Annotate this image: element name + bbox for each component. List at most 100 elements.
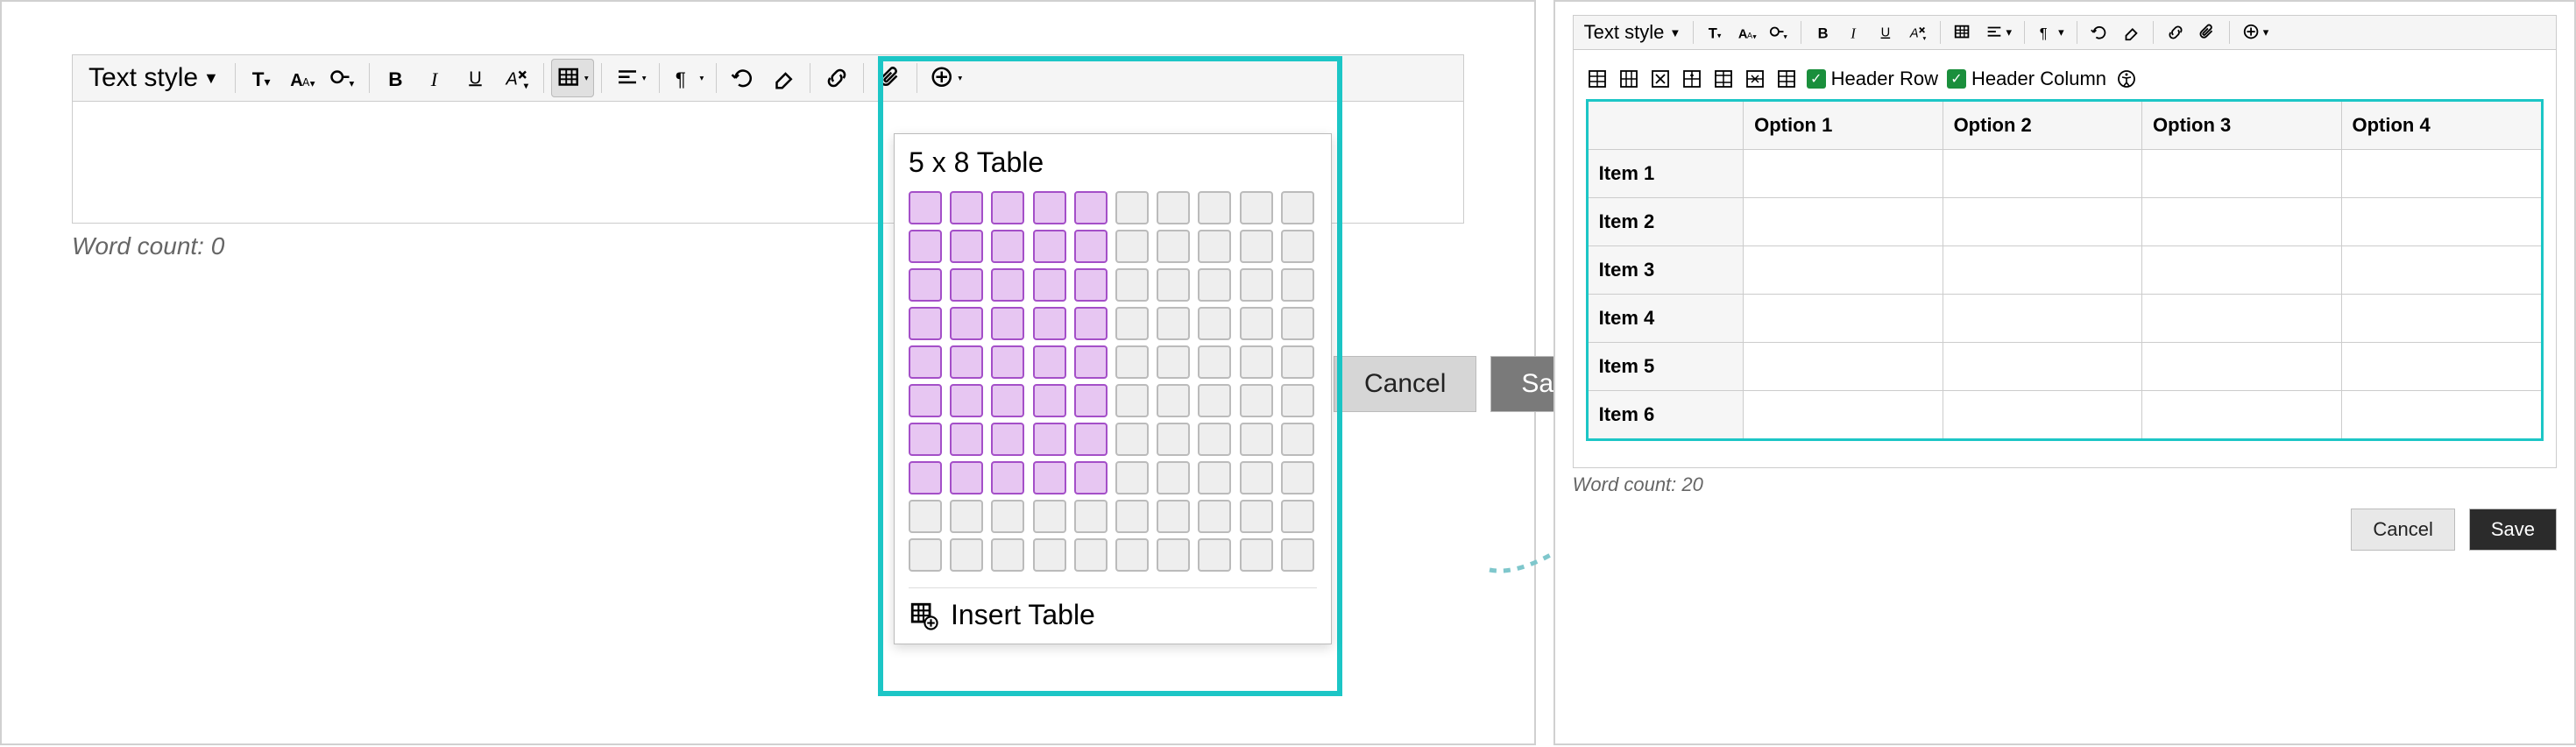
grid-cell[interactable] bbox=[1240, 307, 1273, 340]
grid-cell[interactable] bbox=[991, 307, 1024, 340]
grid-cell[interactable] bbox=[1198, 384, 1231, 417]
table-cell[interactable] bbox=[2341, 343, 2543, 391]
grid-cell[interactable] bbox=[991, 538, 1024, 572]
table-cell[interactable] bbox=[1744, 295, 1943, 343]
grid-cell[interactable] bbox=[1281, 345, 1314, 379]
insert-col-button[interactable] bbox=[1712, 68, 1735, 90]
grid-cell[interactable] bbox=[1074, 384, 1108, 417]
table-cell[interactable] bbox=[2341, 246, 2543, 295]
grid-cell[interactable] bbox=[950, 268, 983, 302]
grid-cell[interactable] bbox=[950, 307, 983, 340]
grid-cell[interactable] bbox=[1074, 307, 1108, 340]
grid-cell[interactable] bbox=[1281, 423, 1314, 456]
undo-button[interactable] bbox=[724, 59, 762, 97]
cancel-button[interactable]: Cancel bbox=[1334, 356, 1476, 412]
grid-cell[interactable] bbox=[991, 268, 1024, 302]
table-accessibility-button[interactable] bbox=[2115, 68, 2138, 90]
text-style-dropdown[interactable]: Text style ▼ bbox=[80, 63, 228, 93]
table-row-header[interactable]: Item 3 bbox=[1587, 246, 1743, 295]
grid-cell[interactable] bbox=[950, 423, 983, 456]
table-cell[interactable] bbox=[2142, 246, 2341, 295]
more-button[interactable]: ▾ bbox=[2237, 18, 2275, 47]
editor-body[interactable]: ✓ Header Row ✓ Header Column Option 1Opt… bbox=[1573, 49, 2557, 468]
grid-cell[interactable] bbox=[1074, 461, 1108, 494]
align-button[interactable]: ▾ bbox=[1979, 18, 2017, 47]
table-header-cell[interactable]: Option 2 bbox=[1943, 101, 2141, 150]
grid-cell[interactable] bbox=[1115, 307, 1149, 340]
table-cell[interactable] bbox=[1744, 246, 1943, 295]
insert-table-button[interactable]: Insert Table bbox=[909, 587, 1317, 631]
table-grid-picker[interactable] bbox=[909, 191, 1317, 572]
table-row-header[interactable]: Item 4 bbox=[1587, 295, 1743, 343]
grid-cell[interactable] bbox=[1240, 191, 1273, 224]
table-cell[interactable] bbox=[1943, 246, 2141, 295]
grid-cell[interactable] bbox=[991, 345, 1024, 379]
grid-cell[interactable] bbox=[1198, 307, 1231, 340]
grid-cell[interactable] bbox=[909, 500, 942, 533]
grid-cell[interactable] bbox=[991, 500, 1024, 533]
grid-cell[interactable] bbox=[1157, 268, 1190, 302]
align-button[interactable]: ▾ bbox=[609, 59, 652, 97]
grid-cell[interactable] bbox=[1281, 307, 1314, 340]
table-cell[interactable] bbox=[1744, 150, 1943, 198]
grid-cell[interactable] bbox=[1157, 191, 1190, 224]
erase-button[interactable] bbox=[2116, 18, 2146, 47]
grid-cell[interactable] bbox=[909, 230, 942, 263]
grid-cell[interactable] bbox=[1115, 500, 1149, 533]
grid-cell[interactable] bbox=[1033, 461, 1066, 494]
table-header-cell[interactable]: Option 3 bbox=[2142, 101, 2341, 150]
grid-cell[interactable] bbox=[950, 345, 983, 379]
grid-cell[interactable] bbox=[1157, 307, 1190, 340]
attach-button[interactable] bbox=[2192, 18, 2222, 47]
inline-format-button[interactable]: ▾ bbox=[323, 59, 362, 97]
grid-cell[interactable] bbox=[909, 307, 942, 340]
clear-format-button[interactable]: A▾ bbox=[498, 59, 536, 97]
header-col-checkbox[interactable]: ✓ Header Column bbox=[1947, 68, 2106, 90]
grid-cell[interactable] bbox=[1198, 500, 1231, 533]
grid-cell[interactable] bbox=[950, 538, 983, 572]
grid-cell[interactable] bbox=[1240, 268, 1273, 302]
grid-cell[interactable] bbox=[1115, 230, 1149, 263]
table-row-header[interactable]: Item 6 bbox=[1587, 391, 1743, 440]
grid-cell[interactable] bbox=[1157, 461, 1190, 494]
grid-cell[interactable] bbox=[1157, 423, 1190, 456]
table-row-header[interactable]: Item 2 bbox=[1587, 198, 1743, 246]
grid-cell[interactable] bbox=[950, 461, 983, 494]
grid-cell[interactable] bbox=[1115, 345, 1149, 379]
paragraph-button[interactable]: ¶▾ bbox=[2032, 18, 2070, 47]
grid-cell[interactable] bbox=[1281, 230, 1314, 263]
grid-cell[interactable] bbox=[1157, 500, 1190, 533]
underline-button[interactable]: U bbox=[1872, 18, 1901, 47]
grid-cell[interactable] bbox=[1074, 345, 1108, 379]
table-cell[interactable] bbox=[2142, 391, 2341, 440]
undo-button[interactable] bbox=[2084, 18, 2114, 47]
grid-cell[interactable] bbox=[1281, 500, 1314, 533]
grid-cell[interactable] bbox=[991, 461, 1024, 494]
grid-cell[interactable] bbox=[1033, 230, 1066, 263]
grid-cell[interactable] bbox=[1074, 230, 1108, 263]
grid-cell[interactable] bbox=[1074, 423, 1108, 456]
grid-cell[interactable] bbox=[1281, 384, 1314, 417]
header-row-checkbox[interactable]: ✓ Header Row bbox=[1807, 68, 1938, 90]
grid-cell[interactable] bbox=[1074, 500, 1108, 533]
save-button[interactable]: Save bbox=[2469, 509, 2557, 551]
grid-cell[interactable] bbox=[1074, 538, 1108, 572]
table-button[interactable] bbox=[1948, 18, 1978, 47]
inline-format-button[interactable]: ▾ bbox=[1764, 18, 1794, 47]
table-cell[interactable] bbox=[1943, 295, 2141, 343]
heading-button[interactable]: T▾ bbox=[243, 59, 281, 97]
erase-button[interactable] bbox=[764, 59, 803, 97]
grid-cell[interactable] bbox=[909, 423, 942, 456]
grid-cell[interactable] bbox=[1157, 384, 1190, 417]
table-header-cell[interactable] bbox=[1587, 101, 1743, 150]
table-cell[interactable] bbox=[1943, 343, 2141, 391]
grid-cell[interactable] bbox=[991, 191, 1024, 224]
grid-cell[interactable] bbox=[1240, 423, 1273, 456]
delete-col-button[interactable] bbox=[1775, 68, 1798, 90]
grid-cell[interactable] bbox=[1198, 538, 1231, 572]
grid-cell[interactable] bbox=[909, 191, 942, 224]
font-size-button[interactable]: AA▾ bbox=[1732, 18, 1762, 47]
grid-cell[interactable] bbox=[1033, 307, 1066, 340]
cancel-button[interactable]: Cancel bbox=[2351, 509, 2454, 551]
table-row-header[interactable]: Item 1 bbox=[1587, 150, 1743, 198]
